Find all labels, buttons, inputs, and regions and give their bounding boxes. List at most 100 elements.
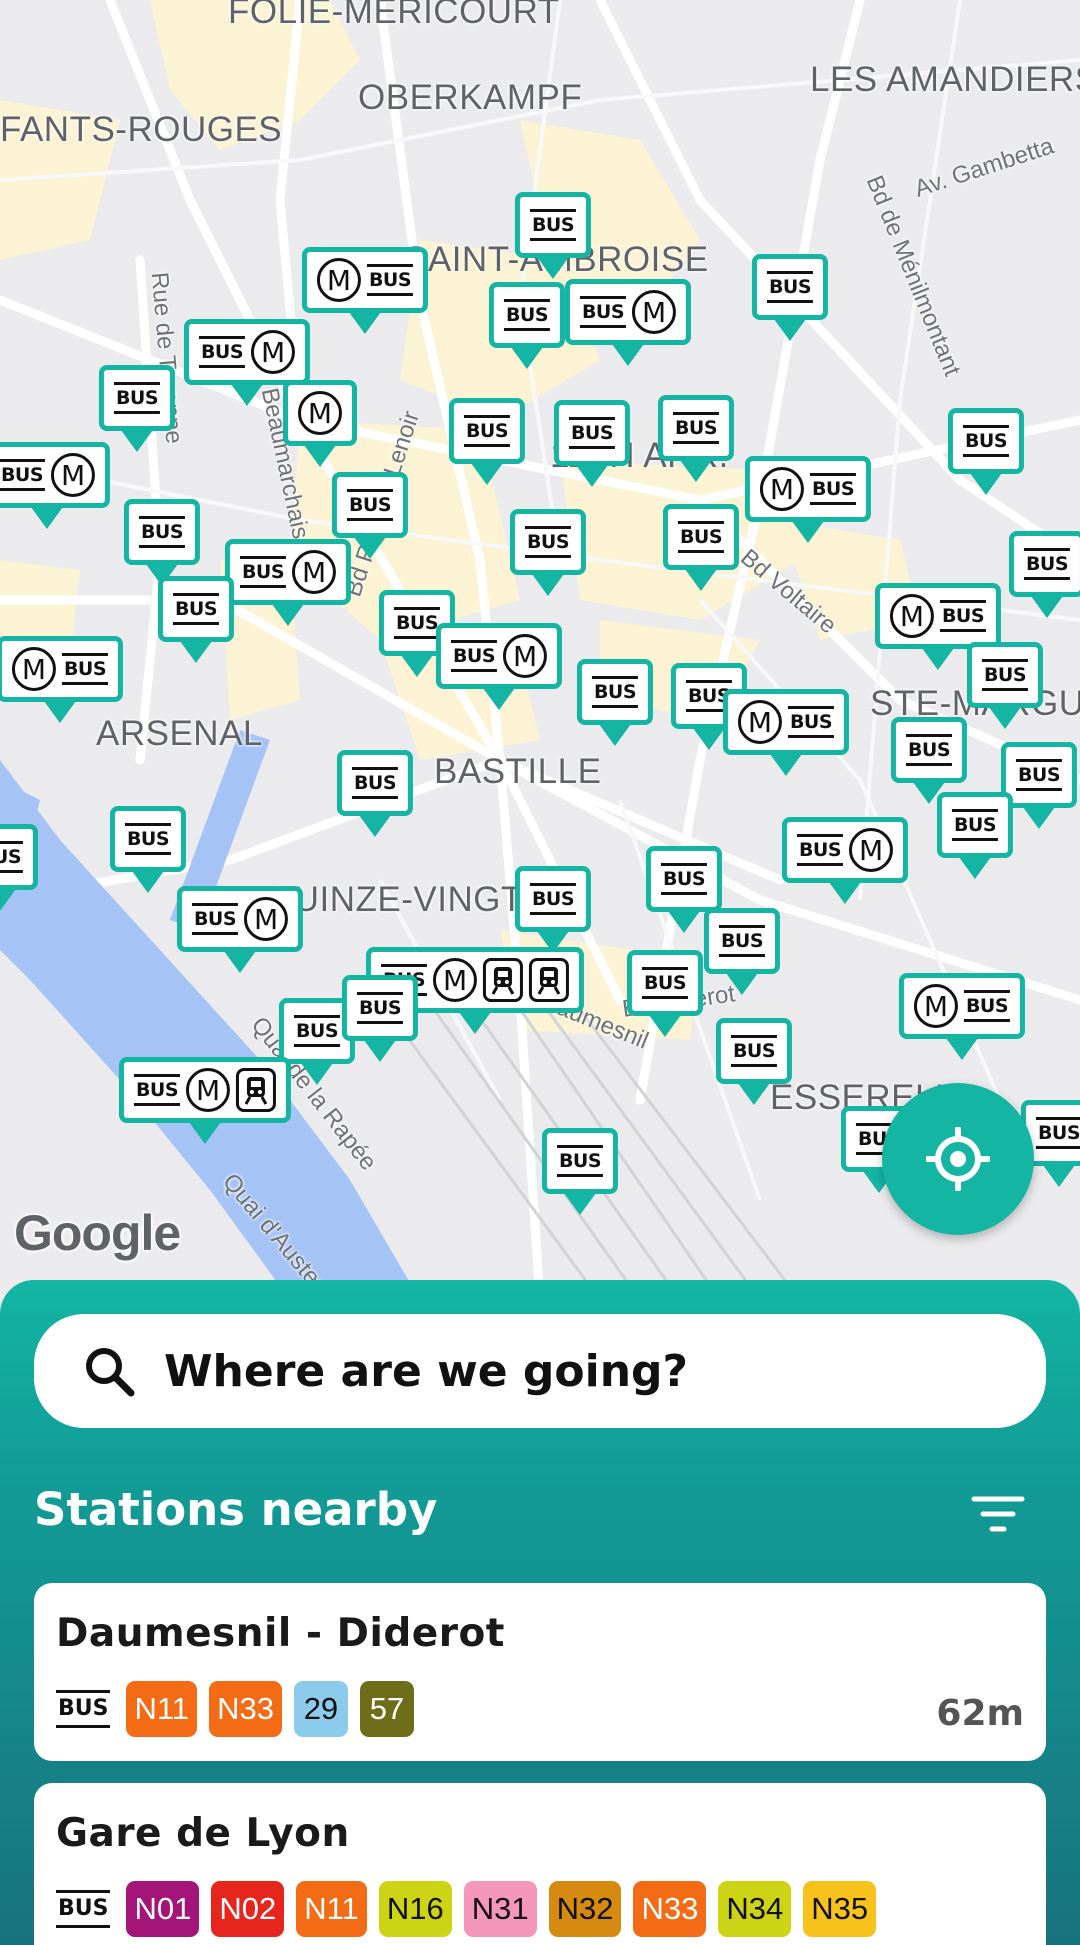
station-marker[interactable]: BUS [947, 408, 1025, 495]
station-marker[interactable]: BUS [0, 824, 39, 911]
station-marker[interactable]: BUS [890, 717, 968, 804]
place-label-quinze-vingts: QUINZE-VINGTS [266, 880, 547, 919]
metro-icon: M [186, 1068, 231, 1112]
station-marker[interactable]: BUS [514, 866, 592, 953]
line-badge: N32 [548, 1881, 622, 1937]
place-label-enfants-rouges: FANTS-ROUGES [0, 110, 283, 149]
station-marker[interactable]: BUS [553, 400, 631, 487]
bus-mode-icon: BUS [56, 1890, 111, 1928]
metro-icon: M [849, 828, 894, 872]
station-marker[interactable]: M BUS [301, 247, 429, 334]
station-marker[interactable]: BUS [626, 950, 704, 1037]
train-icon [529, 958, 570, 1002]
bus-icon: BUS [1035, 1117, 1080, 1149]
station-marker[interactable]: BUS [448, 398, 526, 485]
station-marker[interactable]: BUS [662, 504, 740, 591]
metro-icon: M [316, 258, 361, 302]
station-name: Gare de Lyon [56, 1811, 350, 1856]
metro-icon: M [11, 647, 56, 691]
bus-icon: BUS [939, 600, 987, 632]
station-marker[interactable]: BUS [341, 975, 419, 1062]
station-marker[interactable]: BUSM [435, 623, 563, 710]
station-marker[interactable]: BUS [514, 192, 592, 279]
line-badge: N01 [126, 1881, 200, 1937]
crosshair-icon [926, 1127, 990, 1191]
bus-icon: BUS [672, 412, 720, 444]
station-marker[interactable]: BUS [657, 395, 735, 482]
bus-icon: BUS [962, 425, 1010, 457]
search-input[interactable]: Where are we going? [34, 1314, 1046, 1428]
station-marker[interactable]: BUSM [564, 279, 692, 366]
station-marker[interactable]: BUS [98, 365, 176, 452]
train-icon [483, 958, 524, 1002]
station-marker[interactable]: BUS [331, 472, 409, 559]
bus-mode-icon: BUS [56, 1690, 111, 1728]
bus-icon: BUS [133, 1074, 181, 1106]
station-marker[interactable]: BUSM [224, 539, 352, 626]
station-marker[interactable]: M [283, 380, 357, 467]
filter-icon [971, 1496, 1025, 1532]
station-marker[interactable]: BUS [576, 659, 654, 746]
station-marker[interactable]: M BUS [744, 456, 872, 543]
station-marker[interactable]: M BUS [898, 973, 1026, 1060]
station-marker[interactable]: BUSM [176, 886, 304, 973]
station-marker[interactable]: BUS [751, 254, 829, 341]
station-marker[interactable]: M BUS [874, 583, 1002, 670]
search-icon [86, 1348, 135, 1397]
metro-icon: M [292, 550, 337, 594]
station-marker[interactable]: M BUS [0, 636, 124, 723]
place-label-les-amandiers: LES AMANDIERS [810, 60, 1080, 99]
station-marker[interactable]: M BUS [722, 689, 850, 776]
station-marker[interactable]: BUS [541, 1128, 619, 1215]
station-marker[interactable]: BUS [715, 1018, 793, 1105]
station-marker[interactable]: BUSM [0, 442, 111, 529]
station-marker[interactable]: BUS [703, 908, 781, 995]
search-placeholder: Where are we going? [164, 1345, 689, 1397]
bus-icon: BUS [356, 992, 404, 1024]
station-card[interactable]: Gare de Lyon BUS N01 N02 N11 N16 N31 N32 N33 N34… [34, 1783, 1046, 1945]
google-attribution: Google [14, 1205, 181, 1261]
bus-icon: BUS [730, 1035, 778, 1067]
station-marker[interactable]: BUS [123, 499, 201, 586]
bus-icon: BUS [0, 459, 46, 491]
metro-icon: M [632, 290, 677, 334]
station-name: Daumesnil - Diderot [56, 1611, 505, 1656]
bus-icon: BUS [641, 967, 689, 999]
bus-icon: BUS [191, 903, 239, 935]
station-marker[interactable]: BUS [966, 642, 1044, 729]
my-location-button[interactable] [882, 1083, 1034, 1235]
bus-icon: BUS [529, 209, 577, 241]
station-marker[interactable]: BUSM [118, 1057, 292, 1144]
bus-icon: BUS [1023, 548, 1071, 580]
station-marker[interactable]: BUS [488, 282, 566, 369]
station-marker[interactable]: BUS [645, 846, 723, 933]
place-label-folie-mericourt: FOLIE-MÉRICOURT [228, 0, 560, 31]
line-badge: N34 [718, 1881, 792, 1937]
station-card[interactable]: Daumesnil - Diderot BUS N11 N33 29 57 62m [34, 1583, 1046, 1761]
bottom-sheet[interactable]: Where are we going? Stations nearby Daum… [0, 1280, 1080, 1945]
bus-icon: BUS [963, 990, 1011, 1022]
bus-icon: BUS [450, 640, 498, 672]
bus-icon: BUS [718, 925, 766, 957]
metro-icon: M [737, 700, 782, 744]
map-view[interactable]: FOLIE-MÉRICOURT OBERKAMPF LES AMANDIERS … [0, 0, 1080, 1300]
metro-icon: M [244, 897, 289, 941]
station-marker[interactable]: BUS [1008, 531, 1080, 618]
station-marker[interactable]: BUS [509, 509, 587, 596]
station-marker[interactable]: BUSM [183, 319, 311, 406]
line-badge: N31 [463, 1881, 537, 1937]
station-marker[interactable]: BUS [936, 792, 1014, 879]
station-marker[interactable]: BUS [336, 750, 414, 837]
metro-icon: M [913, 984, 958, 1028]
station-marker[interactable]: BUS [157, 576, 235, 663]
filter-button[interactable] [968, 1486, 1028, 1542]
bus-icon: BUS [809, 473, 857, 505]
station-marker[interactable]: BUSM [781, 817, 909, 904]
station-distance: 62m [936, 1693, 1024, 1734]
station-marker[interactable]: BUS [109, 806, 187, 893]
line-badge: N11 [296, 1881, 367, 1937]
bus-icon: BUS [579, 296, 627, 328]
bus-icon: BUS [198, 336, 246, 368]
metro-icon: M [251, 330, 296, 374]
line-badge: N35 [803, 1881, 877, 1937]
